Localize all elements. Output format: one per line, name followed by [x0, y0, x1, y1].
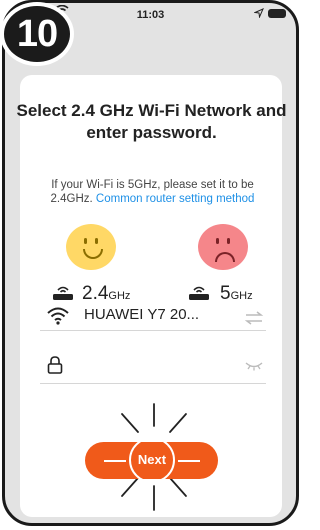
router-icon: [189, 286, 209, 300]
divider: [40, 383, 266, 384]
band-5-unit: GHz: [230, 290, 253, 302]
band-2-4-unit: GHz: [108, 290, 131, 302]
router-icon: [53, 286, 73, 300]
eye-closed-icon[interactable]: [244, 360, 264, 372]
battery-icon: [268, 9, 286, 18]
happy-face-icon: [66, 224, 116, 270]
switch-network-icon[interactable]: [244, 311, 264, 325]
location-arrow-icon: [254, 8, 264, 18]
sad-face-icon: [198, 224, 248, 270]
page-title: Select 2.4 GHz Wi-Fi Network and enter p…: [16, 101, 287, 142]
band-2-4ghz: 2.4GHz: [82, 283, 130, 305]
wifi-icon: [47, 307, 69, 325]
router-help-link[interactable]: Common router setting method: [96, 193, 255, 205]
step-badge: 10: [0, 2, 74, 66]
band-2-4-value: 2.4: [82, 283, 109, 304]
divider: [40, 330, 266, 331]
instruction-text: If your Wi-Fi is 5GHz, please set it to …: [30, 178, 275, 206]
wifi-ssid-field[interactable]: HUAWEI Y7 20...: [84, 306, 234, 323]
password-input[interactable]: [78, 356, 233, 376]
next-button-label: Next: [137, 452, 167, 467]
band-5ghz: 5GHz: [220, 283, 253, 305]
lock-icon: [47, 356, 63, 374]
band-5-value: 5: [220, 283, 231, 304]
step-number: 10: [4, 6, 70, 62]
